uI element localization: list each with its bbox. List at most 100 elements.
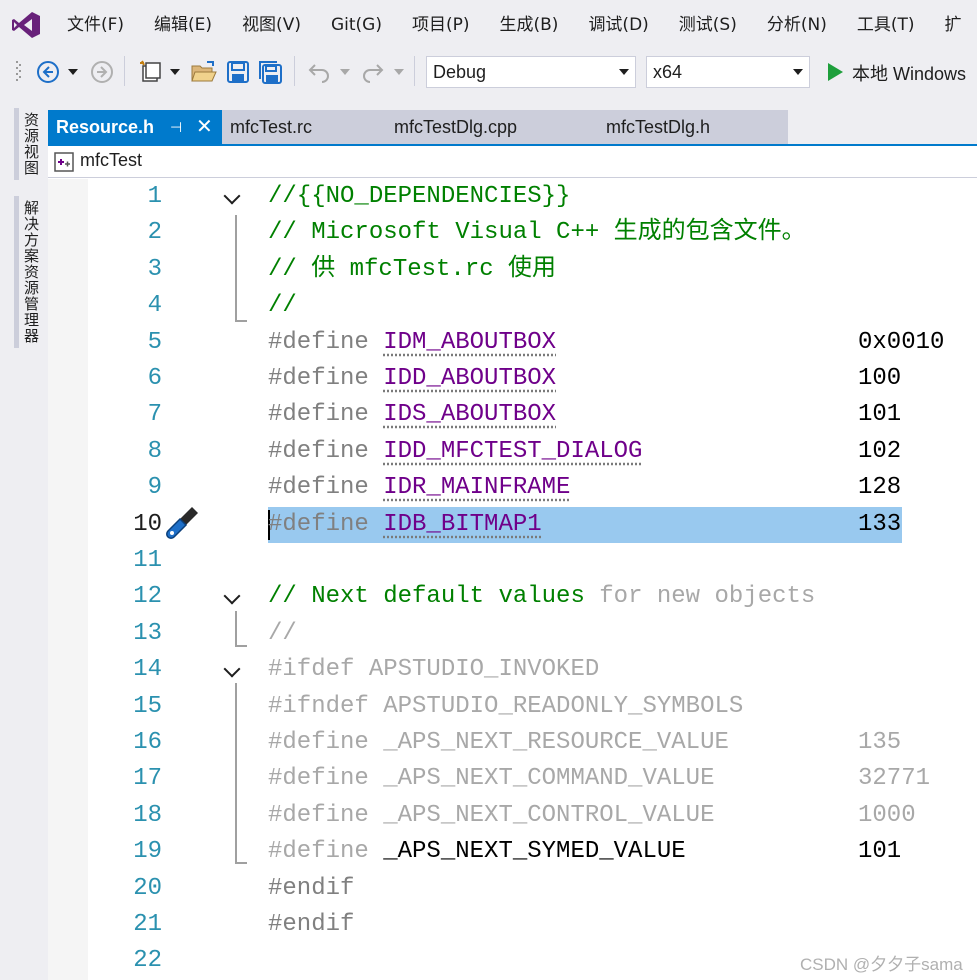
code-line[interactable]: 9 #define IDR_MAINFRAME 128	[48, 470, 977, 506]
line-number: 12	[133, 583, 162, 610]
menu-item[interactable]: 生成(B)	[485, 0, 574, 50]
open-file-button[interactable]	[190, 58, 218, 86]
run-target-label[interactable]: 本地 Windows	[852, 60, 966, 86]
resource-view-tab[interactable]: 资源视图	[14, 108, 42, 180]
code-line[interactable]: 7 #define IDS_ABOUTBOX 101	[48, 397, 977, 433]
code-token: #define	[268, 838, 384, 865]
project-scope-label: mfcTest	[80, 150, 143, 170]
code-token: IDD_ABOUTBOX	[383, 365, 557, 392]
visual-studio-logo-icon[interactable]	[0, 0, 52, 50]
code-line[interactable]: 15 #ifndef APSTUDIO_READONLY_SYMBOLS	[48, 689, 977, 725]
code-line[interactable]: 6 #define IDD_ABOUTBOX 100	[48, 361, 977, 397]
solution-explorer-tab[interactable]: 解决方案资源管理器	[14, 196, 42, 348]
line-number: 7	[147, 401, 162, 428]
tab-label: mfcTest.rc	[230, 117, 313, 137]
code-line[interactable]: 16 #define _APS_NEXT_RESOURCE_VALUE 135	[48, 725, 977, 761]
code-line[interactable]: 5 #define IDM_ABOUTBOX 0x0010	[48, 325, 977, 361]
code-line[interactable]: 12 // Next default values for new objects	[48, 579, 977, 615]
code-token: // Microsoft Visual C++ 生成的包含文件。	[268, 219, 806, 246]
code-token: #define	[268, 438, 384, 465]
menu-item[interactable]: Git(G)	[316, 0, 397, 50]
solution-configuration-dropdown[interactable]: Debug	[426, 56, 636, 88]
solution-platform-dropdown[interactable]: x64	[646, 56, 810, 88]
fold-chevron-icon[interactable]	[223, 587, 241, 605]
code-editor[interactable]: 1 //{{NO_DEPENDENCIES}} 2 // Microsoft Visu…	[48, 179, 977, 980]
code-line[interactable]: 17 #define _APS_NEXT_COMMAND_VALUE 32771	[48, 761, 977, 797]
line-number: 3	[147, 256, 162, 283]
line-number: 21	[133, 911, 162, 938]
code-line[interactable]: 11	[48, 543, 977, 579]
line-number: 18	[133, 802, 162, 829]
tab-label: Resource.h	[56, 117, 155, 137]
toolbar-grip-icon[interactable]	[14, 58, 24, 86]
macro-value: 1000	[858, 802, 916, 829]
new-dropdown-icon[interactable]	[168, 62, 182, 82]
code-line[interactable]: 2 // Microsoft Visual C++ 生成的包含文件。	[48, 215, 977, 251]
code-line[interactable]: 8 #define IDD_MFCTEST_DIALOG 102	[48, 434, 977, 470]
new-project-icon	[140, 60, 161, 82]
tab-mfctestdlg-cpp[interactable]: mfcTestDlg.cpp	[394, 110, 517, 144]
tab-resource-h[interactable]: Resource.h ⊣ ✕	[48, 110, 222, 144]
code-token: #define	[268, 511, 384, 538]
tab-mfctestdlg-h[interactable]: mfcTestDlg.h	[606, 110, 710, 144]
code-line[interactable]: 18 #define _APS_NEXT_CONTROL_VALUE 1000	[48, 798, 977, 834]
menu-item[interactable]: 项目(P)	[397, 0, 485, 50]
code-line[interactable]: 1 //{{NO_DEPENDENCIES}}	[48, 179, 977, 215]
back-arrow-icon	[37, 61, 59, 83]
code-token: #define _APS_NEXT_RESOURCE_VALUE	[268, 729, 729, 756]
menu-item[interactable]: 视图(V)	[227, 0, 316, 50]
quick-actions-screwdriver-icon[interactable]	[162, 503, 202, 543]
line-number: 5	[147, 329, 162, 356]
code-token: for new objects	[599, 583, 816, 610]
project-icon	[54, 152, 74, 172]
undo-button[interactable]	[304, 58, 334, 86]
open-folder-icon	[191, 61, 217, 82]
fold-guide-end	[235, 862, 247, 864]
toolbar-separator	[124, 56, 125, 86]
line-number: 16	[133, 729, 162, 756]
line-number: 17	[133, 765, 162, 792]
code-line[interactable]: 21 #endif	[48, 907, 977, 943]
menu-item[interactable]: 测试(S)	[664, 0, 752, 50]
new-project-button[interactable]	[136, 58, 166, 86]
back-dropdown-icon[interactable]	[66, 62, 80, 82]
menu-item[interactable]: 扩	[930, 0, 977, 50]
navigate-forward-button[interactable]	[88, 58, 116, 86]
code-line[interactable]: 20 #endif	[48, 871, 977, 907]
navigate-back-button[interactable]	[34, 58, 62, 86]
code-text: #define IDM_ABOUTBOX	[268, 325, 556, 361]
code-text: #define IDS_ABOUTBOX	[268, 397, 556, 433]
menu-item[interactable]: 分析(N)	[752, 0, 842, 50]
tab-mfctest-rc[interactable]: mfcTest.rc	[230, 110, 312, 144]
menu-item[interactable]: 编辑(E)	[139, 0, 227, 50]
redo-dropdown-icon[interactable]	[392, 62, 406, 82]
toolbar-separator	[414, 56, 415, 86]
macro-value: 133	[858, 511, 902, 538]
line-number: 1	[147, 183, 162, 210]
pin-icon[interactable]: ⊣	[170, 110, 182, 144]
redo-button[interactable]	[358, 58, 388, 86]
code-text: #define IDD_MFCTEST_DIALOG	[268, 434, 642, 470]
code-line[interactable]: 4 //	[48, 288, 977, 324]
code-token: #define	[268, 365, 384, 392]
menu-item[interactable]: 工具(T)	[842, 0, 930, 50]
save-button[interactable]	[224, 58, 252, 86]
code-line[interactable]: 3 // 供 mfcTest.rc 使用	[48, 252, 977, 288]
standard-toolbar: Debug x64 本地 Windows	[0, 50, 977, 94]
menu-item[interactable]: 文件(F)	[52, 0, 139, 50]
code-line[interactable]: 13 //	[48, 616, 977, 652]
line-number: 2	[147, 219, 162, 246]
fold-chevron-icon[interactable]	[223, 660, 241, 678]
undo-dropdown-icon[interactable]	[338, 62, 352, 82]
code-text: #define _APS_NEXT_CONTROL_VALUE	[268, 798, 714, 834]
menu-item[interactable]: 调试(D)	[573, 0, 663, 50]
start-debugging-button[interactable]	[822, 60, 848, 84]
close-icon[interactable]: ✕	[196, 110, 213, 144]
save-all-button[interactable]	[256, 58, 286, 86]
code-line[interactable]: 14 #ifdef APSTUDIO_INVOKED	[48, 652, 977, 688]
navigation-bar[interactable]: mfcTest	[48, 146, 977, 178]
fold-chevron-icon[interactable]	[223, 187, 241, 205]
code-token: IDB_BITMAP1	[383, 511, 542, 538]
macro-value: 101	[858, 401, 902, 428]
code-line[interactable]: 19 #define _APS_NEXT_SYMED_VALUE 101	[48, 834, 977, 870]
